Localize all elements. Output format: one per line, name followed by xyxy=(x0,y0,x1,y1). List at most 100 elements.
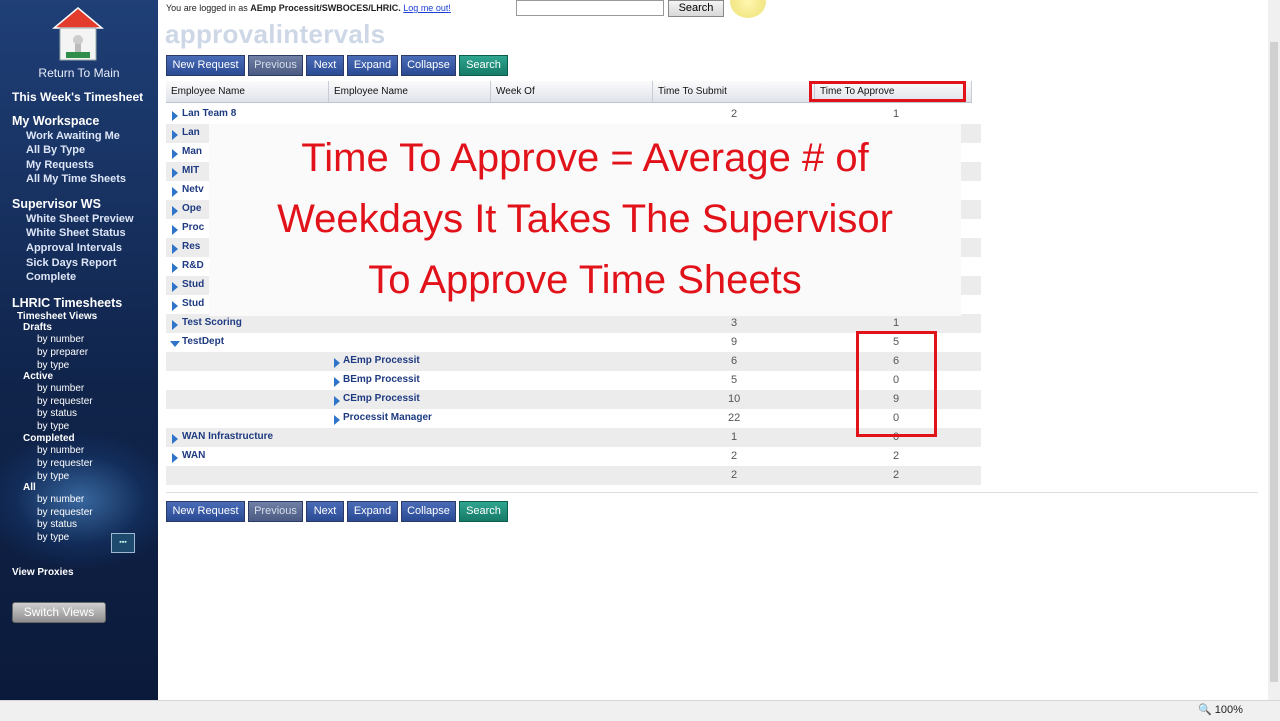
expand-arrow-icon[interactable] xyxy=(172,282,178,292)
sidebar-item-drafts-by-number[interactable]: by number xyxy=(37,334,84,345)
group-name[interactable]: Test Scoring xyxy=(182,317,242,328)
sidebar-item-work-awaiting-me[interactable]: Work Awaiting Me xyxy=(26,130,120,142)
sidebar-item-drafts-by-type[interactable]: by type xyxy=(37,360,69,371)
sidebar-item-all-by-number[interactable]: by number xyxy=(37,494,84,505)
group-name[interactable]: TestDept xyxy=(182,336,224,347)
previous-button[interactable]: Previous xyxy=(248,55,303,76)
sidebar-item-all-by-type[interactable]: All By Type xyxy=(26,144,85,156)
sidebar-item-completed-by-type[interactable]: by type xyxy=(37,471,69,482)
search-button[interactable]: Search xyxy=(668,0,724,17)
employee-name[interactable]: CEmp Processit xyxy=(343,393,420,404)
sidebar-item-all-by-type[interactable]: by type xyxy=(37,532,69,543)
group-name[interactable]: Lan xyxy=(182,127,200,138)
sidebar-item-all-by-status[interactable]: by status xyxy=(37,519,77,530)
expand-arrow-icon[interactable] xyxy=(172,301,178,311)
column-header-employee-name-2[interactable]: Employee Name xyxy=(329,81,491,102)
group-name[interactable]: Netv xyxy=(182,184,204,195)
collapse-button[interactable]: Collapse xyxy=(401,55,456,76)
sidebar-item-approval-intervals[interactable]: Approval Intervals xyxy=(26,242,122,254)
search-toolbar-button[interactable]: Search xyxy=(459,501,508,522)
sidebar-item-completed-by-number[interactable]: by number xyxy=(37,445,84,456)
table-row[interactable]: WAN 2 2 xyxy=(166,447,981,466)
expand-arrow-icon[interactable] xyxy=(334,415,340,425)
sidebar-thumbnail-icon[interactable]: ▪▪▪ xyxy=(111,533,135,553)
scrollbar-thumb[interactable] xyxy=(1270,42,1278,682)
home-icon[interactable] xyxy=(52,6,104,64)
drafts-label[interactable]: Drafts xyxy=(23,322,52,333)
zoom-icon: 🔍 xyxy=(1198,704,1212,716)
return-to-main-link[interactable]: Return To Main xyxy=(0,66,158,80)
column-header-time-to-submit[interactable]: Time To Submit xyxy=(653,81,815,102)
collapse-arrow-icon[interactable] xyxy=(170,341,180,347)
view-proxies-link[interactable]: View Proxies xyxy=(12,567,74,578)
new-request-button[interactable]: New Request xyxy=(166,55,245,76)
sidebar-item-active-by-requester[interactable]: by requester xyxy=(37,396,93,407)
sidebar-item-drafts-by-preparer[interactable]: by preparer xyxy=(37,347,88,358)
all-label[interactable]: All xyxy=(23,482,36,493)
employee-name[interactable]: AEmp Processit xyxy=(343,355,420,366)
group-name[interactable]: Res xyxy=(182,241,200,252)
search-toolbar-button[interactable]: Search xyxy=(459,55,508,76)
group-name[interactable]: Lan Team 8 xyxy=(182,108,236,119)
expand-arrow-icon[interactable] xyxy=(172,187,178,197)
expand-arrow-icon[interactable] xyxy=(172,168,178,178)
sidebar-item-active-by-number[interactable]: by number xyxy=(37,383,84,394)
group-name[interactable]: Ope xyxy=(182,203,201,214)
expand-arrow-icon[interactable] xyxy=(172,130,178,140)
sidebar-item-sick-days-report[interactable]: Sick Days Report xyxy=(26,257,116,269)
collapse-button[interactable]: Collapse xyxy=(401,501,456,522)
group-name[interactable]: R&D xyxy=(182,260,204,271)
group-name[interactable]: WAN Infrastructure xyxy=(182,431,273,442)
time-to-submit-value: 1 xyxy=(730,431,738,443)
time-to-submit-value: 9 xyxy=(730,336,738,348)
active-label[interactable]: Active xyxy=(23,371,53,382)
group-name[interactable]: WAN xyxy=(182,450,205,461)
group-name[interactable]: Proc xyxy=(182,222,204,233)
sidebar-item-white-sheet-preview[interactable]: White Sheet Preview xyxy=(26,213,134,225)
expand-arrow-icon[interactable] xyxy=(172,434,178,444)
expand-arrow-icon[interactable] xyxy=(334,396,340,406)
sidebar-item-my-requests[interactable]: My Requests xyxy=(26,159,94,171)
sidebar-item-completed-by-requester[interactable]: by requester xyxy=(37,458,93,469)
new-request-button[interactable]: New Request xyxy=(166,501,245,522)
sidebar-item-active-by-type[interactable]: by type xyxy=(37,421,69,432)
group-name[interactable]: Stud xyxy=(182,298,204,309)
sidebar-item-all-by-requester[interactable]: by requester xyxy=(37,507,93,518)
expand-arrow-icon[interactable] xyxy=(172,263,178,273)
expand-arrow-icon[interactable] xyxy=(334,377,340,387)
this-weeks-timesheet-link[interactable]: This Week's Timesheet xyxy=(12,90,143,104)
employee-name[interactable]: BEmp Processit xyxy=(343,374,420,385)
zoom-level[interactable]: 🔍 100% xyxy=(1198,703,1243,716)
next-button[interactable]: Next xyxy=(306,501,344,522)
expand-arrow-icon[interactable] xyxy=(172,244,178,254)
expand-arrow-icon[interactable] xyxy=(172,111,178,121)
sidebar-item-all-my-time-sheets[interactable]: All My Time Sheets xyxy=(26,173,126,185)
expand-arrow-icon[interactable] xyxy=(172,206,178,216)
group-name[interactable]: MIT xyxy=(182,165,199,176)
previous-button[interactable]: Previous xyxy=(248,501,303,522)
expand-arrow-icon[interactable] xyxy=(172,225,178,235)
sidebar-item-complete[interactable]: Complete xyxy=(26,271,76,283)
expand-button[interactable]: Expand xyxy=(347,501,398,522)
vertical-scrollbar[interactable] xyxy=(1268,0,1280,700)
search-input[interactable] xyxy=(516,0,664,16)
time-to-approve-highlight xyxy=(809,81,966,102)
expand-arrow-icon[interactable] xyxy=(334,358,340,368)
table-row[interactable]: Lan Team 8 2 1 xyxy=(166,105,981,124)
annotation-line-3: To Approve Time Sheets xyxy=(368,258,802,302)
logout-link[interactable]: Log me out! xyxy=(403,3,451,13)
sidebar-item-active-by-status[interactable]: by status xyxy=(37,408,77,419)
expand-arrow-icon[interactable] xyxy=(172,320,178,330)
switch-views-button[interactable]: Switch Views xyxy=(12,602,106,623)
expand-arrow-icon[interactable] xyxy=(172,453,178,463)
expand-arrow-icon[interactable] xyxy=(172,149,178,159)
expand-button[interactable]: Expand xyxy=(347,55,398,76)
sidebar-item-white-sheet-status[interactable]: White Sheet Status xyxy=(26,227,126,239)
group-name[interactable]: Man xyxy=(182,146,202,157)
column-header-week-of[interactable]: Week Of xyxy=(491,81,653,102)
next-button[interactable]: Next xyxy=(306,55,344,76)
group-name[interactable]: Stud xyxy=(182,279,204,290)
completed-label[interactable]: Completed xyxy=(23,433,75,444)
employee-name[interactable]: Processit Manager xyxy=(343,412,432,423)
column-header-employee-name[interactable]: Employee Name xyxy=(166,81,329,102)
